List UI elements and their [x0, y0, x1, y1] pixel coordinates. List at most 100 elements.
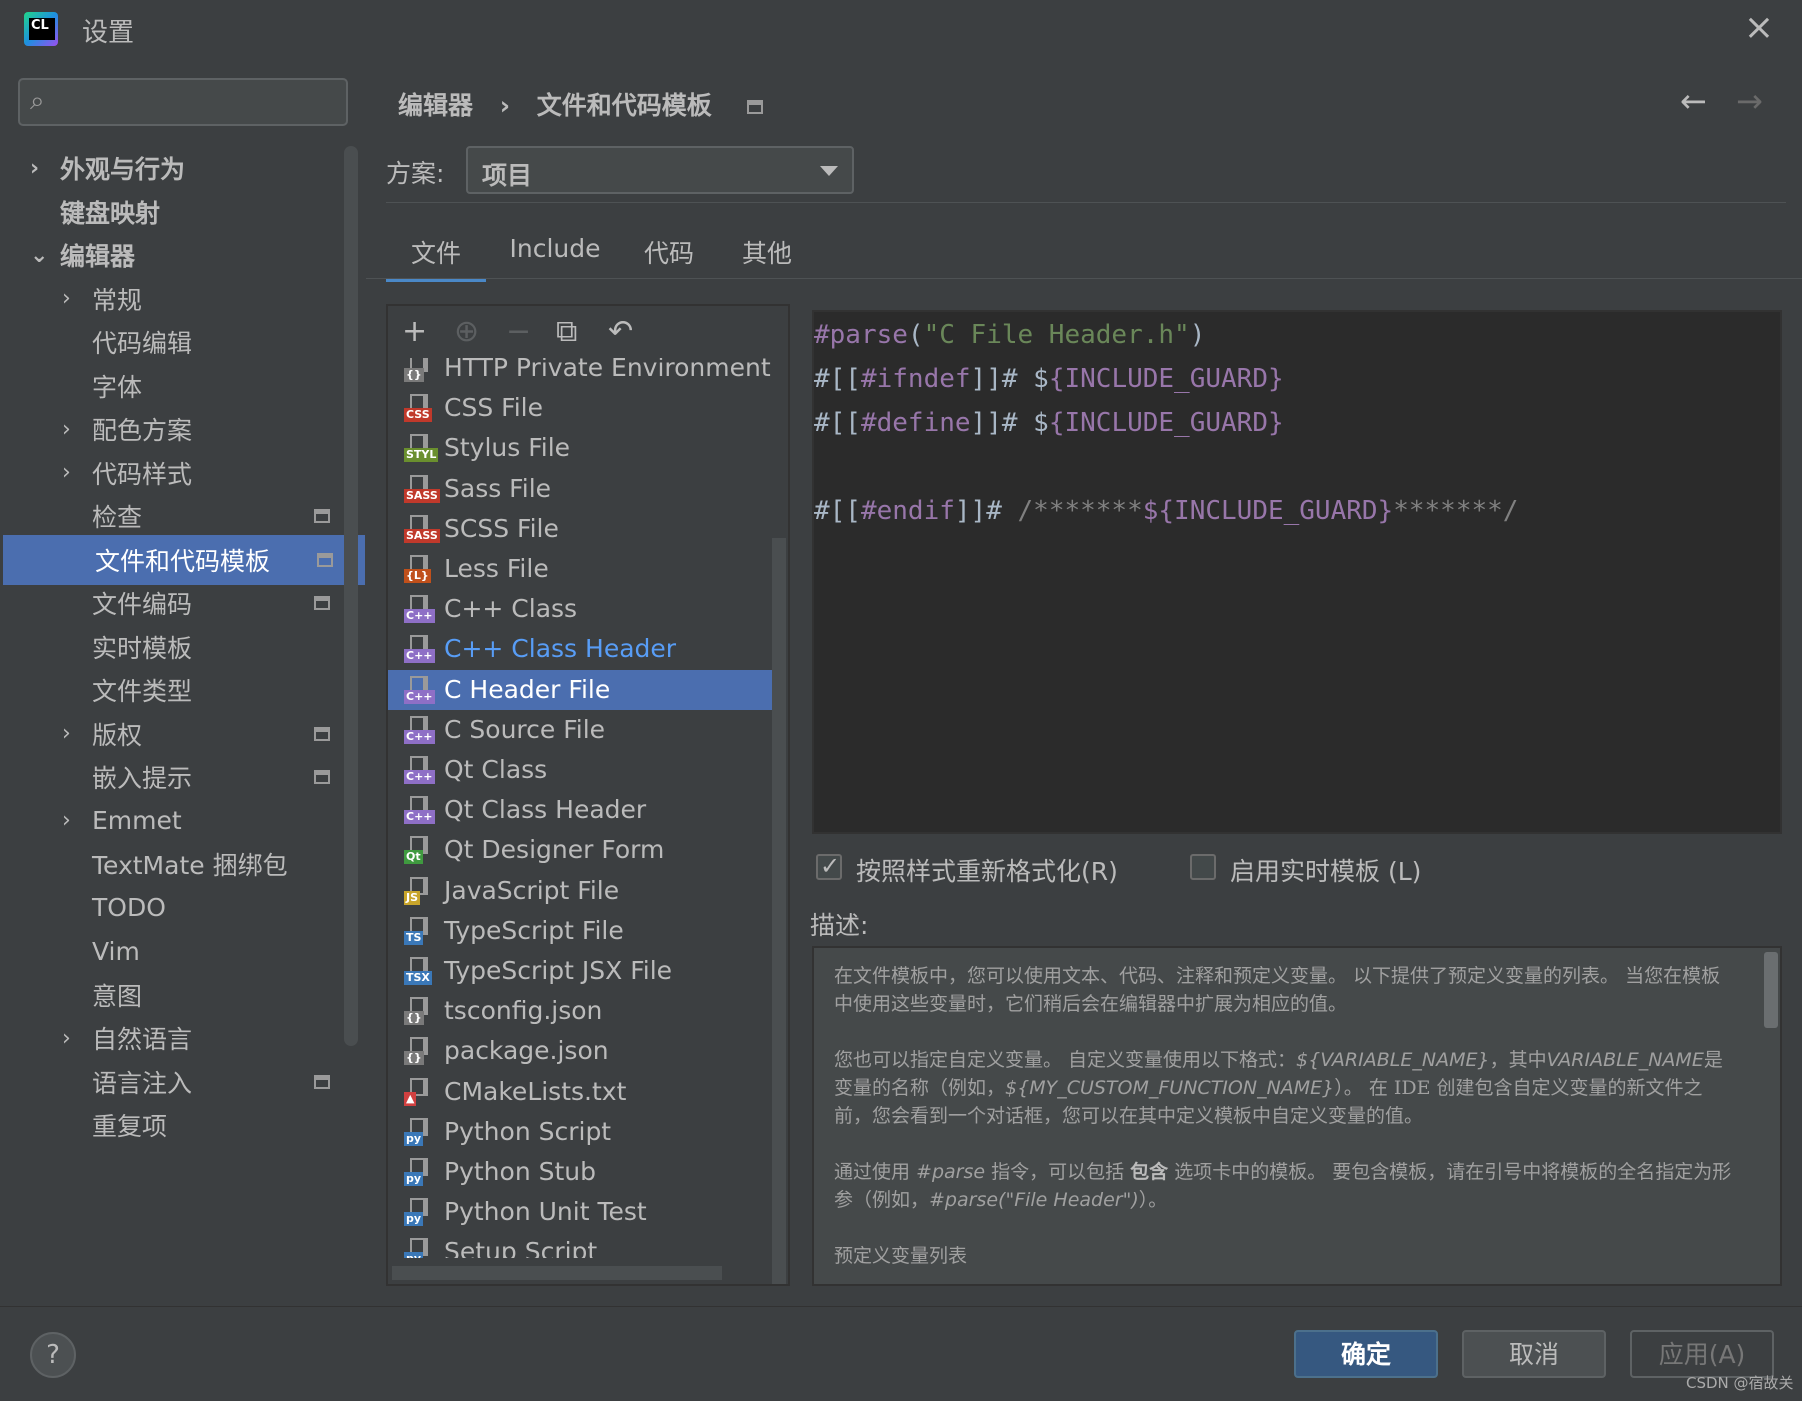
back-arrow-icon[interactable]: ←: [1680, 82, 1707, 120]
template-list-item[interactable]: SASS Sass File: [388, 469, 774, 509]
template-list-item[interactable]: C++ Qt Class Header: [388, 790, 774, 830]
sidebar-item[interactable]: 键盘映射: [0, 187, 366, 237]
template-list-item[interactable]: py Python Stub: [388, 1152, 774, 1192]
sidebar-item[interactable]: › 配色方案: [0, 404, 366, 454]
template-list-item[interactable]: {} tsconfig.json: [388, 991, 774, 1031]
chevron-right-icon[interactable]: ›: [62, 460, 71, 485]
project-scope-icon: [314, 770, 330, 784]
reset-icon[interactable]: ↶: [608, 314, 633, 349]
file-template-icon: {}: [404, 997, 432, 1027]
sidebar-item-label: 重复项: [92, 1112, 168, 1141]
copy-icon[interactable]: ⧉: [556, 314, 577, 349]
sidebar-item[interactable]: 检查: [0, 491, 366, 541]
add-icon[interactable]: +: [402, 314, 427, 349]
apply-button[interactable]: 应用(A): [1630, 1330, 1774, 1378]
live-template-checkbox[interactable]: [1190, 854, 1216, 880]
sidebar-item[interactable]: 代码编辑: [0, 317, 366, 367]
description-paragraph: 您也可以指定自定义变量。 自定义变量使用以下格式：${VARIABLE_NAME…: [834, 1049, 1723, 1127]
file-template-icon: C++: [404, 715, 435, 746]
sidebar-item[interactable]: TextMate 捆绑包: [0, 839, 366, 889]
template-editor[interactable]: #parse("C File Header.h") #[[#ifndef]]# …: [812, 310, 1782, 834]
template-list-item[interactable]: JS JavaScript File: [388, 871, 774, 911]
sidebar-item-label: 检查: [92, 503, 143, 532]
chevron-right-icon[interactable]: ›: [62, 417, 71, 442]
sidebar-item[interactable]: 文件和代码模板: [3, 534, 365, 585]
list-horizontal-scrollbar[interactable]: [392, 1266, 722, 1280]
sidebar-item[interactable]: 文件类型: [0, 665, 366, 715]
chevron-right-icon[interactable]: ›: [62, 286, 71, 311]
chevron-right-icon[interactable]: ›: [62, 1026, 71, 1051]
template-list-item[interactable]: C++ Qt Class: [388, 750, 774, 790]
file-template-icon: {}: [404, 358, 432, 384]
cancel-button[interactable]: 取消: [1462, 1330, 1606, 1378]
sidebar-item-label: 实时模板: [92, 633, 193, 663]
template-list-item[interactable]: CSS CSS File: [388, 388, 774, 428]
sidebar-item[interactable]: › 版权: [0, 709, 366, 759]
template-list-item[interactable]: STYL Stylus File: [388, 428, 774, 468]
template-list-item[interactable]: Qt Qt Designer Form: [388, 830, 774, 870]
sidebar-item[interactable]: › 常规: [0, 274, 366, 324]
reformat-checkbox[interactable]: [816, 852, 842, 880]
sidebar-item[interactable]: › Emmet: [0, 796, 366, 846]
tab-files[interactable]: 文件: [386, 234, 486, 282]
template-list-item[interactable]: TSX TypeScript JSX File: [388, 951, 774, 991]
template-list-item[interactable]: SASS SCSS File: [388, 509, 774, 549]
search-input[interactable]: ⌕: [18, 78, 348, 126]
close-icon[interactable]: ×: [1744, 10, 1774, 46]
sidebar-item[interactable]: 嵌入提示: [0, 752, 366, 802]
file-template-icon: ▲: [404, 1077, 432, 1108]
sidebar-item-label: 语言注入: [92, 1068, 193, 1098]
sidebar-item[interactable]: 重复项: [0, 1100, 366, 1150]
template-list-item[interactable]: {L} Less File: [388, 549, 774, 589]
sidebar-item[interactable]: 语言注入: [0, 1057, 366, 1107]
sidebar-item[interactable]: 意图: [0, 970, 366, 1020]
add-child-icon[interactable]: ⊕: [454, 314, 479, 349]
template-list-item[interactable]: C++ C Source File: [388, 710, 774, 750]
live-template-label[interactable]: 启用实时模板 (L): [1230, 852, 1421, 888]
forward-arrow-icon[interactable]: →: [1736, 82, 1763, 120]
help-button[interactable]: ?: [30, 1332, 76, 1378]
template-name: Sass File: [444, 473, 552, 503]
sidebar-scrollbar[interactable]: [344, 146, 358, 1046]
template-list-item[interactable]: py Python Unit Test: [388, 1192, 774, 1232]
scheme-dropdown[interactable]: 项目: [466, 146, 854, 194]
template-list-item[interactable]: py Setup Script: [388, 1232, 774, 1258]
list-vertical-scrollbar[interactable]: [772, 538, 786, 1284]
template-list-item[interactable]: C++ C++ Class: [388, 589, 774, 629]
sidebar-item[interactable]: Vim: [0, 926, 366, 976]
template-list-item[interactable]: py Python Script: [388, 1112, 774, 1152]
template-list-item[interactable]: {} HTTP Private Environment File: [388, 358, 774, 388]
chevron-down-icon[interactable]: ⌄: [30, 243, 48, 268]
tab-other[interactable]: 其他: [724, 234, 810, 278]
chevron-right-icon[interactable]: ›: [62, 721, 71, 746]
chevron-right-icon[interactable]: ›: [62, 808, 71, 833]
tab-include[interactable]: Include: [500, 234, 610, 278]
template-list-item[interactable]: C++ C++ Class Header: [388, 629, 774, 669]
ok-button[interactable]: 确定: [1294, 1330, 1438, 1378]
sidebar-item[interactable]: 文件编码: [0, 578, 366, 628]
breadcrumb-parent[interactable]: 编辑器: [398, 91, 473, 120]
file-template-icon: C++: [404, 595, 435, 625]
chevron-right-icon[interactable]: ›: [30, 156, 39, 181]
description-scrollbar[interactable]: [1764, 952, 1778, 1028]
sidebar-item[interactable]: 字体: [0, 361, 366, 411]
template-list-item[interactable]: ▲ CMakeLists.txt: [388, 1072, 774, 1112]
template-list-item[interactable]: C++ C Header File: [388, 669, 774, 710]
reformat-label[interactable]: 按照样式重新格式化(R): [856, 852, 1118, 888]
tab-code[interactable]: 代码: [626, 234, 712, 278]
description-paragraph: 通过使用 #parse 指令，可以包括 包含 选项卡中的模板。 要包含模板，请在…: [834, 1161, 1732, 1211]
sidebar-item[interactable]: › 外观与行为: [0, 143, 366, 193]
code-line: #[[#ifndef]]# ${INCLUDE_GUARD}: [814, 364, 1284, 394]
sidebar-item[interactable]: TODO: [0, 883, 366, 933]
remove-icon[interactable]: −: [506, 314, 531, 349]
sidebar-item[interactable]: › 代码样式: [0, 448, 366, 498]
template-list-item[interactable]: TS TypeScript File: [388, 911, 774, 951]
file-template-icon: py: [404, 1158, 432, 1188]
sidebar-item[interactable]: › 自然语言: [0, 1013, 366, 1063]
template-name: Less File: [444, 554, 549, 583]
sidebar-item[interactable]: 实时模板: [0, 622, 366, 672]
template-name: Qt Class Header: [444, 795, 647, 825]
sidebar-item[interactable]: ⌄ 编辑器: [0, 230, 366, 280]
file-template-icon: Qt: [404, 836, 432, 866]
template-list-item[interactable]: {} package.json: [388, 1031, 774, 1071]
